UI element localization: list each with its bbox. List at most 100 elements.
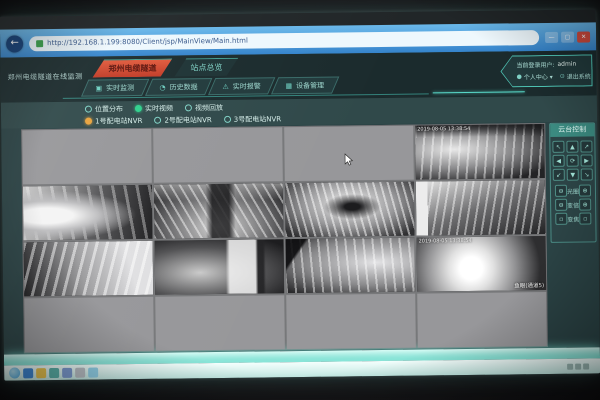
alarm-icon: ⚠ (222, 83, 228, 90)
ptz-function-0-plus-button[interactable]: ⊕ (579, 184, 591, 196)
app-window: 郑州电缆隧道在线监测 郑州电缆隧道站点总览 ▣实时监测◔历史数据⚠实时报警▦设备… (0, 50, 600, 365)
ptz-function-rows: ⊖光圈⊕⊖变倍⊕▫变焦▫ (551, 182, 596, 225)
camera-tile-r2c1[interactable] (23, 185, 153, 241)
camera-feed-r2c3 (285, 182, 415, 238)
nvr-station-option-label: 1号配电站NVR (95, 115, 142, 126)
maximize-button[interactable]: ▢ (561, 31, 574, 42)
camera-tile-r3c3[interactable] (286, 238, 416, 294)
camera-tile-r3c2[interactable] (155, 239, 285, 295)
ptz-auto-button[interactable]: ⟳ (567, 155, 579, 167)
ptz-function-row-2: ▫变焦▫ (555, 212, 591, 224)
user-actions-line: ● 个人中心 ▾ ⊙ 退出系统 (517, 71, 587, 81)
nvr-station-option-2[interactable]: 3号配电站NVR (224, 114, 293, 125)
minimize-button[interactable]: — (545, 31, 558, 42)
toolbar-item-3[interactable]: ▦设备管理 (271, 77, 339, 95)
view-mode-radio-icon[interactable] (85, 106, 92, 113)
camera-tile-r1c1 (22, 129, 152, 185)
address-bar[interactable]: http://192.168.1.199:8080/Client/jsp/Mai… (29, 30, 539, 51)
tray-icon-1[interactable] (575, 363, 581, 369)
view-mode-radio-icon[interactable] (135, 105, 142, 112)
feed-corner-label: 鱼眼(通道5) (514, 281, 544, 289)
toolbar-item-1[interactable]: ◔历史数据 (145, 78, 212, 96)
toolbar-item-inner: ▦设备管理 (286, 80, 325, 90)
ptz-direction-pad: ↖▲↗ ◀⟳▶ ↙▼↘ (550, 140, 594, 181)
ptz-up-right-button[interactable]: ↗ (580, 140, 592, 152)
start-button[interactable] (9, 367, 20, 378)
taskbar-app-icon-3[interactable] (88, 367, 98, 377)
camera-feed-r3c2 (155, 239, 285, 295)
tray-icon-0[interactable] (567, 363, 573, 369)
person-icon: ● (517, 74, 522, 80)
decor-line-right (433, 91, 525, 93)
user-panel-inner: 当前登录用户: admin ● 个人中心 ▾ ⊙ 退出系统 (501, 55, 591, 86)
toolbar-item-label: 设备管理 (296, 80, 324, 90)
ptz-function-label: 变焦 (567, 214, 579, 223)
ptz-up-left-button[interactable]: ↖ (552, 141, 564, 153)
taskbar-app-icon-1[interactable] (62, 367, 72, 377)
camera-tile-r4c4 (417, 292, 547, 348)
camera-tile-r1c4[interactable]: 2019-08-05 13:38:54 (415, 124, 545, 180)
ptz-down-right-button[interactable]: ↘ (581, 168, 593, 180)
ptz-left-button[interactable]: ◀ (553, 155, 565, 167)
ptz-function-0-minus-button[interactable]: ⊖ (555, 185, 567, 197)
view-mode-option-1[interactable]: 实时视频 (135, 103, 185, 114)
system-tray[interactable] (567, 363, 595, 369)
camera-tile-r4c1 (24, 297, 154, 353)
ptz-function-2-minus-button[interactable]: ▫ (555, 213, 567, 225)
camera-tile-r3c4[interactable]: 2019-08-05 13:38:54鱼眼(通道5) (417, 236, 547, 292)
camera-tile-r4c3 (286, 294, 416, 350)
view-mode-option-0[interactable]: 位置分布 (85, 104, 135, 115)
camera-tile-r3c1[interactable] (24, 241, 154, 297)
taskbar-explorer-icon[interactable] (36, 368, 46, 378)
ptz-function-row-0: ⊖光圈⊕ (555, 184, 591, 196)
ptz-right-button[interactable]: ▶ (581, 154, 593, 166)
ptz-down-left-button[interactable]: ↙ (553, 169, 565, 181)
feed-timestamp: 2019-08-05 13:38:54 (417, 126, 470, 133)
taskbar-app-icon-2[interactable] (75, 367, 85, 377)
camera-feed-r2c1 (23, 185, 153, 241)
video-wall: 2019-08-05 13:38:54 2019-08-05 13:38:54鱼眼… (21, 123, 548, 353)
main-tab-0[interactable]: 郑州电缆隧道 (92, 59, 172, 78)
view-mode-option-2[interactable]: 视频回放 (185, 102, 235, 113)
toolbar-item-inner: ◔历史数据 (159, 82, 197, 92)
nvr-station-radio-icon[interactable] (85, 118, 92, 125)
main-tab-1[interactable]: 站点总览 (174, 58, 238, 77)
view-mode-option-label: 视频回放 (195, 102, 223, 112)
ptz-function-label: 光圈 (567, 186, 579, 195)
ptz-function-1-plus-button[interactable]: ⊕ (579, 198, 591, 210)
nvr-station-option-label: 2号配电站NVR (164, 115, 211, 126)
toolbar-item-inner: ▣实时监测 (96, 83, 135, 93)
toolbar: ▣实时监测 ◔历史数据 ⚠实时报警 ▦设备管理 (85, 77, 336, 97)
nvr-station-radio-icon[interactable] (224, 116, 231, 123)
toolbar-item-0[interactable]: ▣实时监测 (81, 79, 149, 97)
ptz-down-button[interactable]: ▼ (567, 169, 579, 181)
browser-back-button[interactable]: ← (6, 35, 23, 52)
camera-tile-r2c2[interactable] (154, 183, 284, 239)
favicon-icon (36, 40, 43, 47)
taskbar-browser-icon[interactable] (23, 368, 33, 378)
nvr-station-option-0[interactable]: 1号配电站NVR (85, 115, 154, 126)
ptz-function-1-minus-button[interactable]: ⊖ (555, 199, 567, 211)
camera-tile-r2c3[interactable] (285, 182, 415, 238)
view-mode-radio-icon[interactable] (185, 104, 192, 111)
profile-label: 个人中心 ▾ (524, 72, 553, 81)
close-button[interactable]: ✕ (577, 31, 590, 42)
camera-feed-r3c4: 2019-08-05 13:38:54鱼眼(通道5) (417, 236, 547, 292)
taskbar-media-icon[interactable] (49, 367, 59, 377)
logout-button[interactable]: ⊙ 退出系统 (560, 71, 591, 80)
camera-tile-r2c4[interactable] (416, 180, 546, 236)
toolbar-item-2[interactable]: ⚠实时报警 (208, 77, 276, 95)
window-controls: — ▢ ✕ (545, 31, 590, 43)
camera-tile-r4c2 (155, 295, 285, 351)
username: admin (557, 61, 576, 68)
camera-tile-r1c3 (284, 126, 414, 182)
ptz-function-2-plus-button[interactable]: ▫ (579, 212, 591, 224)
nvr-station-radio-icon[interactable] (154, 117, 161, 124)
tray-icon-2[interactable] (583, 363, 589, 369)
nvr-station-option-label: 3号配电站NVR (234, 114, 281, 125)
profile-button[interactable]: ● 个人中心 ▾ (517, 72, 553, 81)
camera-feed-r1c4: 2019-08-05 13:38:54 (415, 124, 545, 180)
nvr-station-option-1[interactable]: 2号配电站NVR (154, 114, 223, 125)
ptz-up-button[interactable]: ▲ (566, 141, 578, 153)
history-clock-icon: ◔ (159, 84, 165, 91)
